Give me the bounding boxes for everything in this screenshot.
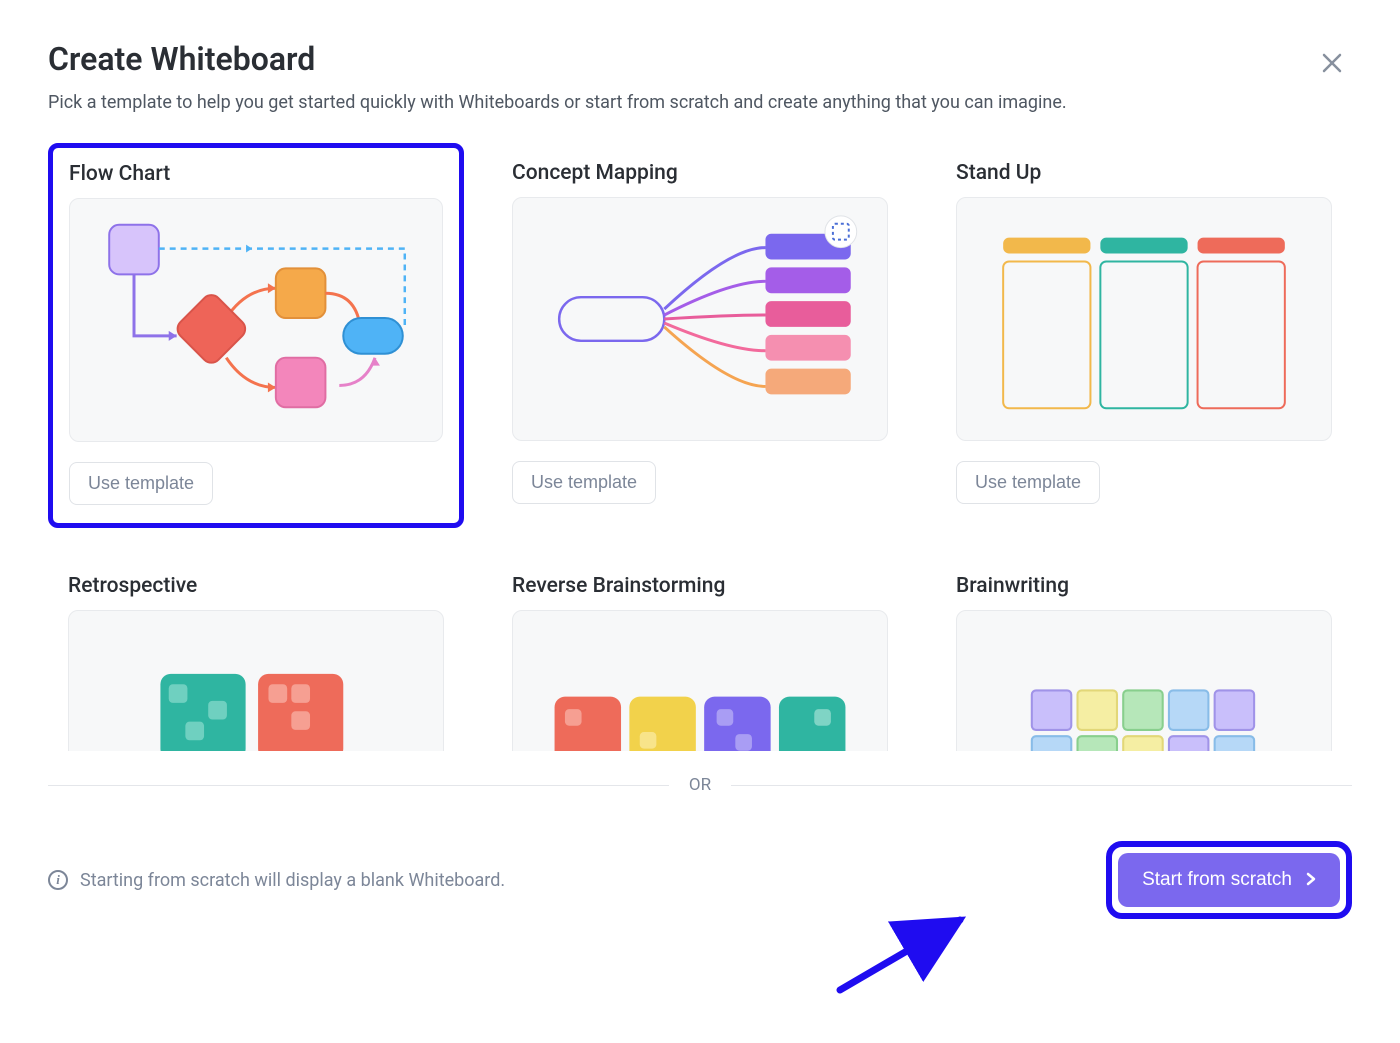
- scratch-info: i Starting from scratch will display a b…: [48, 870, 505, 891]
- template-card-reverse-brainstorming[interactable]: Reverse Brainstorming: [492, 556, 908, 751]
- template-title: Concept Mapping: [512, 161, 888, 185]
- modal-footer: i Starting from scratch will display a b…: [48, 841, 1352, 919]
- use-template-button[interactable]: Use template: [69, 462, 213, 505]
- template-preview-retrospective: [68, 610, 444, 751]
- template-card-brainwriting[interactable]: Brainwriting: [936, 556, 1352, 751]
- close-icon: [1320, 51, 1344, 75]
- template-preview-brainwriting: [956, 610, 1332, 751]
- template-card-retrospective[interactable]: Retrospective: [48, 556, 464, 751]
- modal-subtitle: Pick a template to help you get started …: [48, 92, 1352, 113]
- create-whiteboard-modal: Create Whiteboard Pick a template to hel…: [0, 0, 1400, 751]
- template-preview-concept-mapping: [512, 197, 888, 441]
- template-title: Stand Up: [956, 161, 1332, 185]
- template-title: Brainwriting: [956, 574, 1332, 598]
- template-title: Reverse Brainstorming: [512, 574, 888, 598]
- info-icon: i: [48, 870, 68, 890]
- template-preview-reverse-brainstorming: [512, 610, 888, 751]
- use-template-button[interactable]: Use template: [512, 461, 656, 504]
- or-divider: OR: [48, 775, 1352, 795]
- divider-line: [731, 785, 1352, 786]
- divider-line: [48, 785, 669, 786]
- close-button[interactable]: [1312, 44, 1352, 87]
- template-grid: Flow Chart: [48, 143, 1352, 751]
- scratch-highlight-ring: Start from scratch: [1106, 841, 1352, 919]
- template-title: Flow Chart: [69, 162, 443, 186]
- chevron-right-icon: [1306, 870, 1316, 891]
- modal-title: Create Whiteboard: [48, 40, 315, 78]
- use-template-button[interactable]: Use template: [956, 461, 1100, 504]
- scratch-info-text: Starting from scratch will display a bla…: [80, 870, 505, 891]
- template-card-stand-up[interactable]: Stand Up Use template: [936, 143, 1352, 528]
- template-preview-stand-up: [956, 197, 1332, 441]
- scratch-button-label: Start from scratch: [1142, 869, 1292, 891]
- start-from-scratch-button[interactable]: Start from scratch: [1118, 853, 1340, 907]
- template-card-concept-mapping[interactable]: Concept Mapping Use: [492, 143, 908, 528]
- template-card-flow-chart[interactable]: Flow Chart: [48, 143, 464, 528]
- or-label: OR: [669, 775, 731, 795]
- template-title: Retrospective: [68, 574, 444, 598]
- template-preview-flow-chart: [69, 198, 443, 442]
